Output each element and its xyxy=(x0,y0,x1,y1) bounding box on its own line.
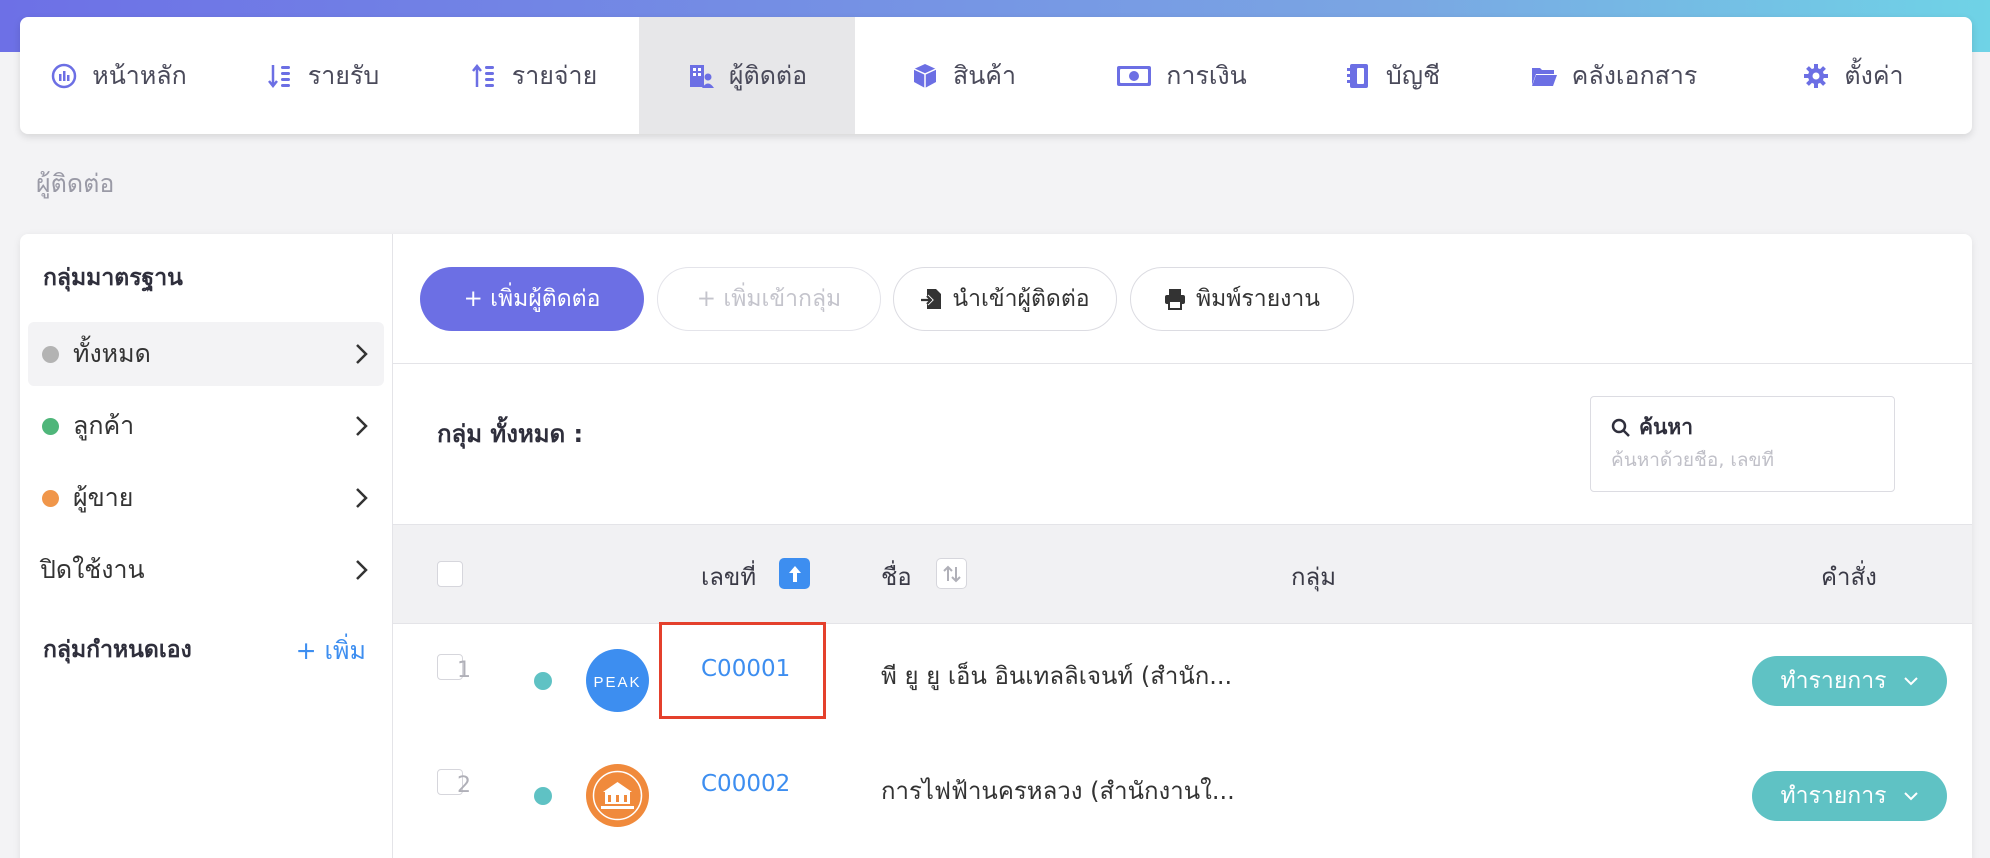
dashboard-gauge-icon xyxy=(50,62,78,90)
money-bill-icon xyxy=(1116,62,1152,90)
action-label: ทำรายการ xyxy=(1780,783,1887,809)
toolbar-divider xyxy=(393,363,1972,364)
sidebar-item-label: ปิดใช้งาน xyxy=(40,555,145,584)
contacts-building-icon xyxy=(687,62,715,90)
contact-code-link[interactable]: C00001 xyxy=(701,656,790,682)
chevron-right-icon xyxy=(356,560,368,580)
main-navbar: หน้าหลัก รายรับ รายจ่าย ผู้ติดต่อ สินค้า… xyxy=(20,17,1972,134)
sidebar-item-vendors[interactable]: ผู้ขาย xyxy=(28,466,384,530)
sidebar-item-customers[interactable]: ลูกค้า xyxy=(28,394,384,458)
product-box-icon xyxy=(911,62,939,90)
print-report-button[interactable]: พิมพ์รายงาน xyxy=(1130,267,1354,331)
sidebar-item-label: ลูกค้า xyxy=(73,411,135,440)
row-index: 2 xyxy=(457,773,471,798)
group-dot xyxy=(42,417,59,435)
import-contacts-button[interactable]: นำเข้าผู้ติดต่อ xyxy=(893,267,1117,331)
chevron-down-icon xyxy=(1903,677,1918,686)
nav-item-documents[interactable]: คลังเอกสาร xyxy=(1493,17,1734,134)
sidebar-item-label: ทั้งหมด xyxy=(73,339,151,368)
row-index: 1 xyxy=(457,658,471,683)
custom-groups-heading: กลุ่มกำหนดเอง xyxy=(43,637,192,663)
header-group: กลุ่ม xyxy=(1291,563,1337,591)
add-to-group-button[interactable]: + เพิ่มเข้ากลุ่ม xyxy=(657,267,881,331)
contact-code-link[interactable]: C00002 xyxy=(701,771,790,797)
avatar-logo-text: PEAK xyxy=(593,674,641,691)
add-group-link[interactable]: + เพิ่ม xyxy=(296,631,366,671)
expense-sort-icon xyxy=(470,62,498,90)
seal-logo xyxy=(587,765,648,826)
contact-name: การไฟฟ้านครหลวง (สำนักงานใ... xyxy=(881,777,1235,805)
sidebar-item-label: ผู้ขาย xyxy=(73,483,134,512)
file-import-icon xyxy=(921,289,942,309)
nav-label: หน้าหลัก xyxy=(92,60,187,90)
header-name[interactable]: ชื่อ xyxy=(881,557,912,596)
nav-label: ผู้ติดต่อ xyxy=(728,60,808,90)
search-icon xyxy=(1611,418,1630,437)
standard-groups-heading: กลุ่มมาตรฐาน xyxy=(43,265,183,291)
chevron-down-icon xyxy=(1903,792,1918,801)
nav-label: ตั้งค่า xyxy=(1844,60,1904,90)
select-all-checkbox[interactable] xyxy=(437,561,463,587)
sort-toggle-icon[interactable] xyxy=(936,558,967,589)
group-dot xyxy=(42,345,59,363)
nav-label: บัญชี xyxy=(1385,60,1441,90)
sidebar-item-all[interactable]: ทั้งหมด xyxy=(28,322,384,386)
group-sidebar: กลุ่มมาตรฐาน ทั้งหมด ลูกค้า ผู้ขาย ปิดใช… xyxy=(20,234,393,858)
search-title: ค้นหา xyxy=(1611,411,1693,444)
search-box: ค้นหา xyxy=(1590,396,1895,492)
status-dot xyxy=(534,787,552,805)
contact-name: พี ยู ยู เอ็น อินเทลลิเจนท์ (สำนัก... xyxy=(881,662,1233,690)
header-number[interactable]: เลขที่ xyxy=(701,557,756,596)
folder-open-icon xyxy=(1530,62,1558,90)
action-dropdown-button[interactable]: ทำรายการ xyxy=(1752,771,1947,821)
table-row[interactable]: 1 PEAK C00001 พี ยู ยู เอ็น อินเทลลิเจนท… xyxy=(393,624,1972,738)
nav-item-home[interactable]: หน้าหลัก xyxy=(20,17,217,134)
nav-item-finance[interactable]: การเงิน xyxy=(1072,17,1291,134)
nav-label: รายจ่าย xyxy=(511,60,598,90)
gear-icon xyxy=(1802,62,1830,90)
chevron-right-icon xyxy=(356,344,368,364)
search-title-label: ค้นหา xyxy=(1639,415,1694,439)
nav-label: สินค้า xyxy=(952,60,1017,90)
nav-item-contacts[interactable]: ผู้ติดต่อ xyxy=(639,17,855,134)
chevron-right-icon xyxy=(356,488,368,508)
income-sort-icon xyxy=(266,62,294,90)
header-command: คำสั่ง xyxy=(1821,563,1877,591)
nav-label: รายรับ xyxy=(307,60,380,90)
sort-ascending-icon[interactable] xyxy=(779,558,810,589)
table-row[interactable]: 2 C00002 การไฟฟ้านครหลวง (สำนักงานใ... ท… xyxy=(393,738,1972,852)
chevron-right-icon xyxy=(356,416,368,436)
avatar xyxy=(586,764,649,827)
action-label: ทำรายการ xyxy=(1780,668,1887,694)
nav-item-expense[interactable]: รายจ่าย xyxy=(428,17,639,134)
sidebar-item-disabled[interactable]: ปิดใช้งาน xyxy=(28,538,384,602)
group-dot xyxy=(42,489,59,507)
current-group-label: กลุ่ม ทั้งหมด : xyxy=(437,420,584,448)
nav-item-settings[interactable]: ตั้งค่า xyxy=(1734,17,1972,134)
page-title: ผู้ติดต่อ xyxy=(36,169,115,198)
nav-label: คลังเอกสาร xyxy=(1571,60,1698,90)
printer-icon xyxy=(1164,289,1185,310)
add-contact-button[interactable]: + เพิ่มผู้ติดต่อ xyxy=(420,267,644,331)
account-book-icon xyxy=(1344,62,1372,90)
nav-item-products[interactable]: สินค้า xyxy=(855,17,1072,134)
table-header: เลขที่ ชื่อ กลุ่ม คำสั่ง xyxy=(393,524,1972,624)
action-dropdown-button[interactable]: ทำรายการ xyxy=(1752,656,1947,706)
status-dot xyxy=(534,672,552,690)
nav-item-accounts[interactable]: บัญชี xyxy=(1291,17,1493,134)
button-label: พิมพ์รายงาน xyxy=(1195,286,1321,312)
nav-item-income[interactable]: รายรับ xyxy=(217,17,428,134)
search-input[interactable] xyxy=(1611,449,1881,471)
contacts-panel: กลุ่มมาตรฐาน ทั้งหมด ลูกค้า ผู้ขาย ปิดใช… xyxy=(20,234,1972,858)
avatar: PEAK xyxy=(586,649,649,712)
button-label: นำเข้าผู้ติดต่อ xyxy=(952,286,1090,312)
nav-label: การเงิน xyxy=(1166,60,1247,90)
